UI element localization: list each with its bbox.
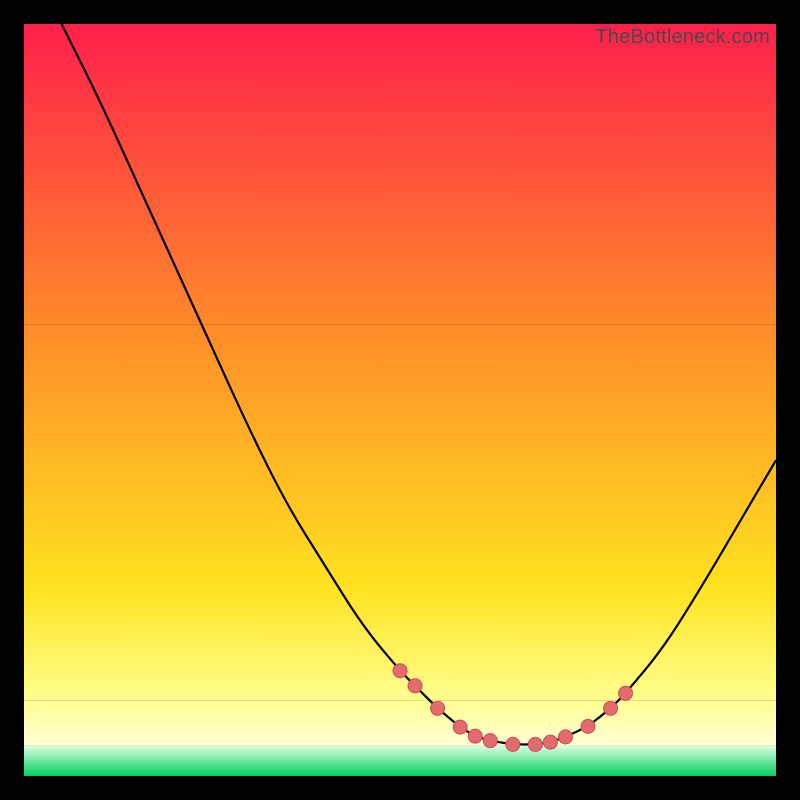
curve-marker [581,719,595,733]
curve-marker [543,735,557,749]
watermark-label: TheBottleneck.com [595,26,770,49]
curve-marker [453,720,467,734]
curve-marker [506,737,520,751]
gradient-band [24,24,776,325]
curve-marker [619,686,633,700]
curve-marker [408,679,422,693]
curve-marker [393,664,407,678]
curve-marker [528,737,542,751]
gradient-band [24,746,776,776]
curve-marker [604,701,618,715]
curve-marker [558,730,572,744]
curve-marker [431,701,445,715]
gradient-band [24,325,776,588]
chart-frame: TheBottleneck.com [24,24,776,776]
bottleneck-plot [24,24,776,776]
gradient-band [24,701,776,746]
curve-marker [468,729,482,743]
curve-marker [483,734,497,748]
